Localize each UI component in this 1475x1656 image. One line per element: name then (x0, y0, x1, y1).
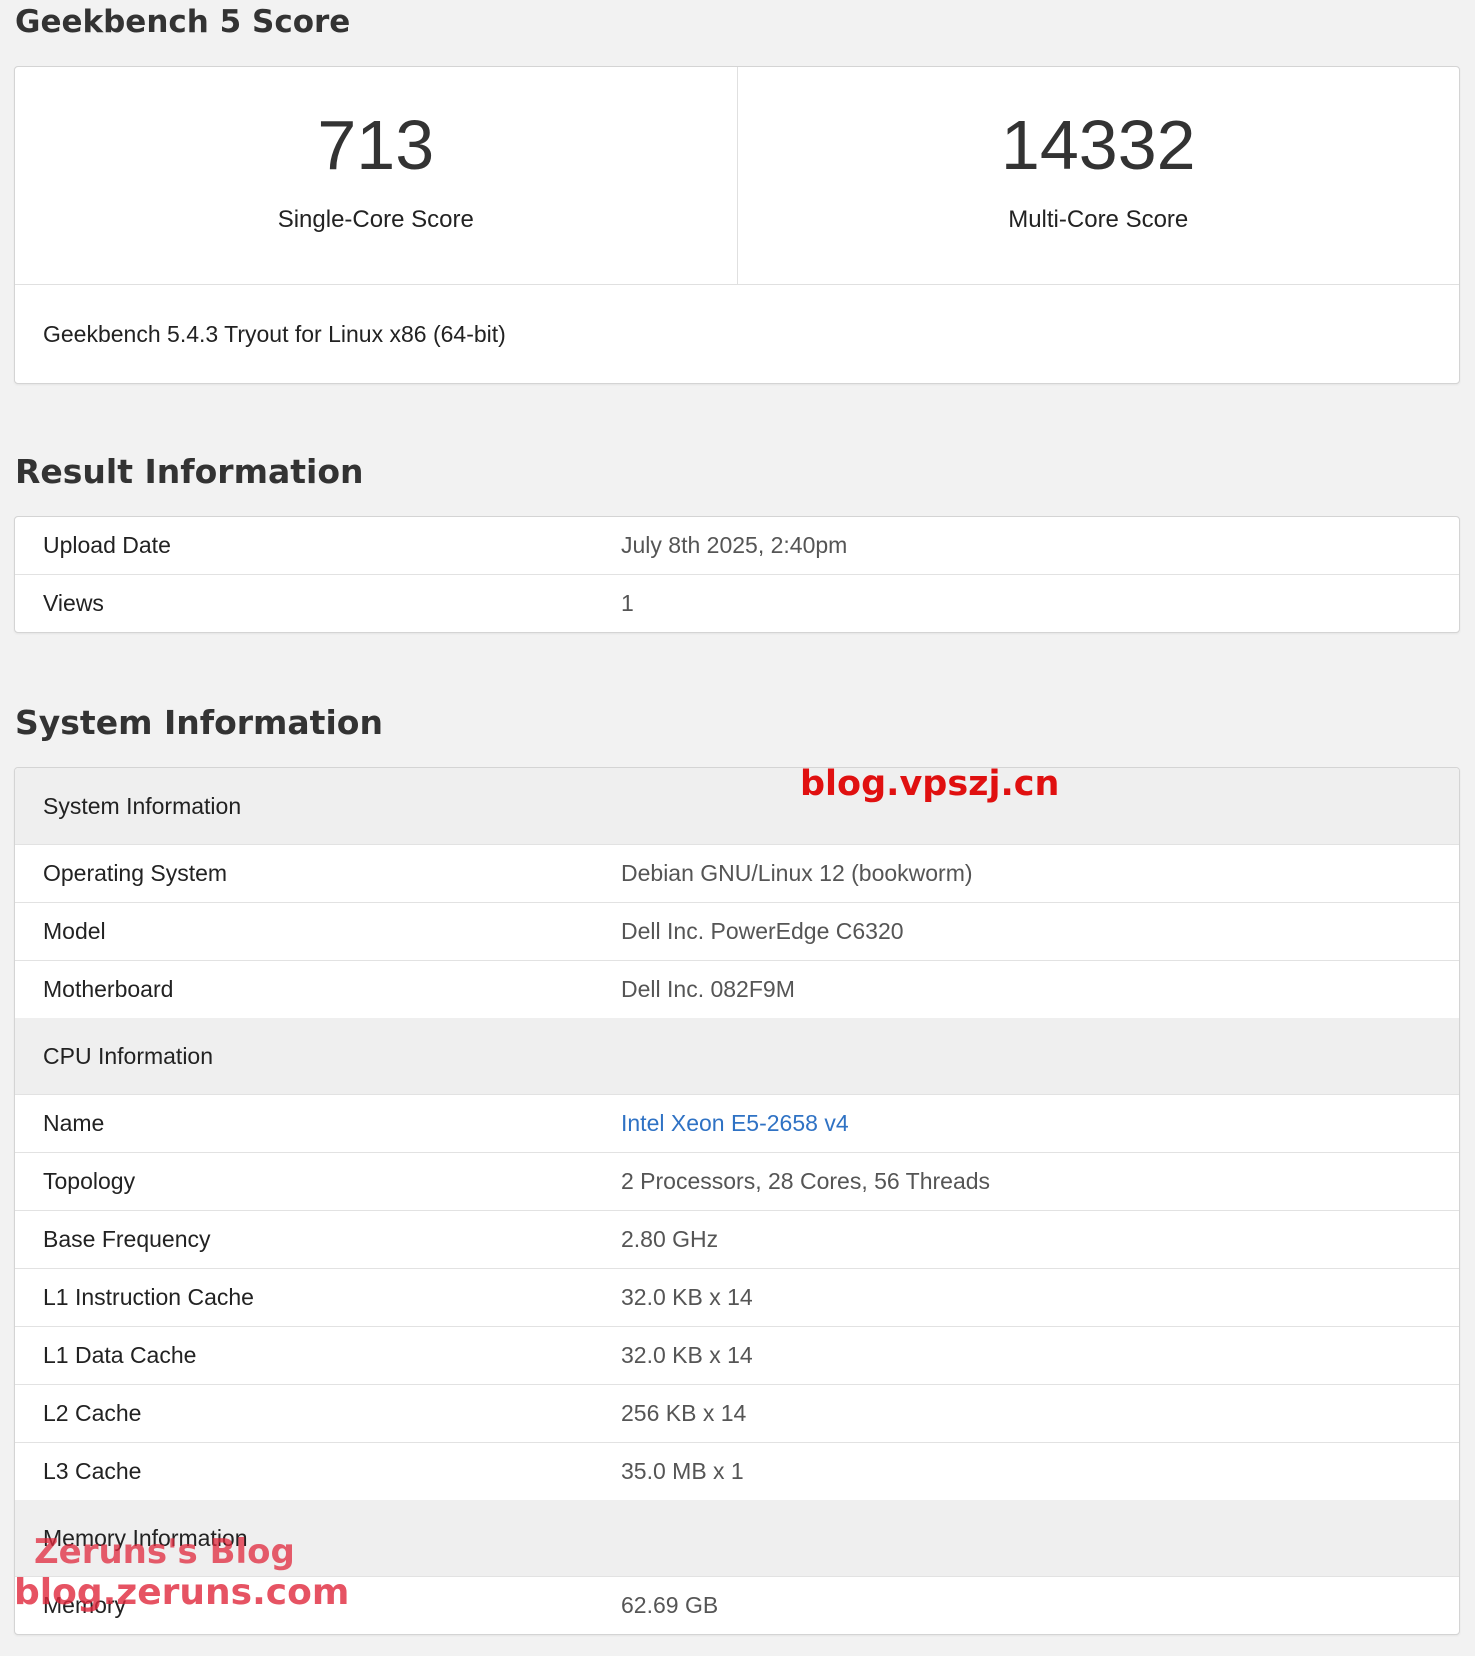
row-key: Name (43, 1110, 105, 1136)
row-key: Base Frequency (43, 1226, 211, 1252)
row-key: Motherboard (43, 976, 174, 1002)
row-key: Model (43, 918, 106, 944)
row-value: 62.69 GB (621, 1592, 719, 1618)
row-value: 35.0 MB x 1 (621, 1458, 744, 1484)
row-key: Memory (43, 1592, 127, 1618)
table-row: Topology 2 Processors, 28 Cores, 56 Thre… (15, 1152, 1459, 1210)
table-row: L3 Cache 35.0 MB x 1 (15, 1442, 1459, 1500)
row-value: July 8th 2025, 2:40pm (621, 532, 848, 558)
table-row: Name Intel Xeon E5-2658 v4 (15, 1094, 1459, 1152)
single-core-value: 713 (317, 106, 435, 184)
row-key: Topology (43, 1168, 136, 1194)
table-row: Upload Date July 8th 2025, 2:40pm (15, 517, 1459, 574)
row-key: Operating System (43, 860, 228, 886)
row-key: L1 Data Cache (43, 1342, 197, 1368)
memory-subheader: Memory Information (15, 1500, 1459, 1576)
system-info-table: System Information Operating System Debi… (14, 767, 1460, 1635)
table-row: Memory 62.69 GB (15, 1576, 1459, 1634)
table-row: L1 Data Cache 32.0 KB x 14 (15, 1326, 1459, 1384)
cpu-name-link[interactable]: Intel Xeon E5-2658 v4 (621, 1110, 849, 1137)
row-key: L3 Cache (43, 1458, 142, 1484)
table-row: Model Dell Inc. PowerEdge C6320 (15, 902, 1459, 960)
row-value: 32.0 KB x 14 (621, 1342, 753, 1368)
row-key: Views (43, 590, 104, 616)
row-value: 2 Processors, 28 Cores, 56 Threads (621, 1168, 991, 1194)
result-info-title: Result Information (15, 452, 364, 491)
single-core-score: 713 Single-Core Score (15, 67, 737, 284)
row-value: Debian GNU/Linux 12 (bookworm) (621, 860, 973, 886)
score-title: Geekbench 5 Score (15, 4, 351, 40)
table-row: Motherboard Dell Inc. 082F9M (15, 960, 1459, 1018)
row-value: 1 (621, 590, 634, 616)
row-key: Upload Date (43, 532, 171, 558)
multi-core-score: 14332 Multi-Core Score (736, 67, 1460, 284)
row-value: 256 KB x 14 (621, 1400, 747, 1426)
table-row: Base Frequency 2.80 GHz (15, 1210, 1459, 1268)
cpu-subheader: CPU Information (15, 1018, 1459, 1094)
row-value: 32.0 KB x 14 (621, 1284, 753, 1310)
result-info-table: Upload Date July 8th 2025, 2:40pm Views … (14, 516, 1460, 633)
row-value: 2.80 GHz (621, 1226, 719, 1252)
row-key: L2 Cache (43, 1400, 142, 1426)
score-card: 713 Single-Core Score 14332 Multi-Core S… (14, 66, 1460, 384)
row-value: Dell Inc. PowerEdge C6320 (621, 918, 904, 944)
row-value: Dell Inc. 082F9M (621, 976, 795, 1002)
single-core-label: Single-Core Score (277, 206, 474, 233)
row-key: L1 Instruction Cache (43, 1284, 254, 1310)
geekbench-version: Geekbench 5.4.3 Tryout for Linux x86 (64… (43, 321, 506, 347)
system-subheader: System Information (15, 768, 1459, 844)
table-row: Views 1 (15, 574, 1459, 632)
multi-core-label: Multi-Core Score (1008, 206, 1189, 233)
table-row: L2 Cache 256 KB x 14 (15, 1384, 1459, 1442)
table-row: L1 Instruction Cache 32.0 KB x 14 (15, 1268, 1459, 1326)
table-row: Operating System Debian GNU/Linux 12 (bo… (15, 844, 1459, 902)
multi-core-value: 14332 (1000, 106, 1196, 184)
system-info-title: System Information (15, 703, 383, 742)
